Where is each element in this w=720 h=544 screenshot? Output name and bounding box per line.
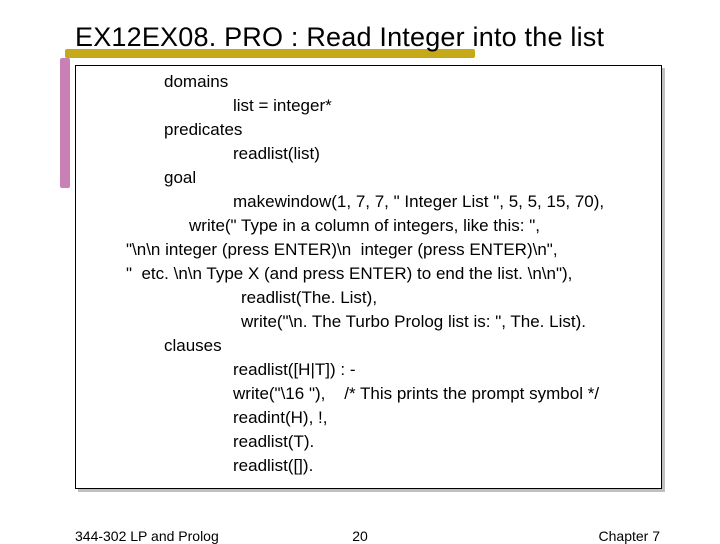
page-title: EX12EX08. PRO : Read Integer into the li… [75,22,604,53]
footer-chapter: Chapter 7 [599,528,660,544]
code-line: readlist([H|T]) : - [233,360,355,380]
code-line: readlist(The. List), [241,288,377,308]
code-line: readlist(list) [233,144,320,164]
code-line: readlist(T). [233,432,314,452]
code-line: " etc. \n\n Type X (and press ENTER) to … [126,264,572,284]
code-line: write(" Type in a column of integers, li… [189,216,540,236]
code-line: readlist([]). [233,456,313,476]
code-line: predicates [164,120,242,140]
code-line: list = integer* [233,96,332,116]
code-line: makewindow(1, 7, 7, " Integer List ", 5,… [233,192,604,212]
code-line: write("\16 "), /* This prints the prompt… [233,384,599,404]
code-line: domains [164,72,228,92]
code-line: readint(H), !, [233,408,327,428]
code-line: goal [164,168,196,188]
highlight-side [60,58,70,188]
code-line: write("\n. The Turbo Prolog list is: ", … [241,312,586,332]
code-line: clauses [164,336,222,356]
code-box: domains list = integer* predicates readl… [75,65,662,489]
code-line: "\n\n integer (press ENTER)\n integer (p… [126,240,558,260]
